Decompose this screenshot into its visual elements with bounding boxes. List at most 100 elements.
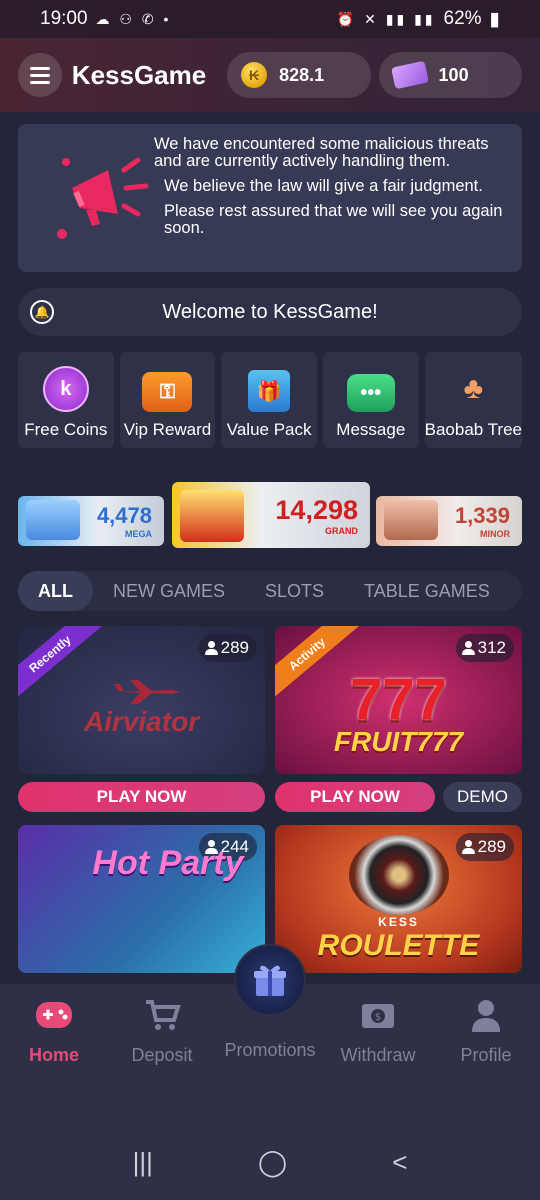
vip-reward-button[interactable]: ⚿ Vip Reward <box>119 352 216 448</box>
battery-level: 62% <box>443 8 482 29</box>
player-count: 312 <box>455 634 514 662</box>
megaphone-icon <box>57 157 149 239</box>
value-pack-button[interactable]: 🎁 Value Pack <box>221 352 317 448</box>
system-icons: ⏰ ✕ ▮▮ ▮▮ <box>336 10 436 27</box>
notice-line-1: We have encountered some malicious threa… <box>154 135 489 170</box>
notice-line-3: Please rest assured that we will see you… <box>164 202 503 237</box>
ribbon-recently: Recently <box>18 626 104 702</box>
notification-icons: ☁ ⚇ ✆ • <box>95 10 172 27</box>
game-category-tabs: ALL NEW GAMES SLOTS TABLE GAMES <box>18 571 522 611</box>
coin-balance[interactable]: ₭ 828.1 <box>227 52 371 98</box>
tab-table-games[interactable]: TABLE GAMES <box>344 571 510 611</box>
gold-chest-icon <box>180 490 244 542</box>
free-coins-button[interactable]: k Free Coins <box>18 352 114 448</box>
welcome-marquee: 🔔 Welcome to KessGame! <box>18 288 522 336</box>
airplane-icon <box>114 680 180 704</box>
notice-banner: We have encountered some malicious threa… <box>18 124 522 272</box>
nav-deposit[interactable]: Deposit <box>108 998 216 1066</box>
jackpot-minor-value: 1,339 <box>454 503 510 528</box>
wallet-icon: $ <box>362 1004 394 1028</box>
user-icon <box>204 641 218 655</box>
play-now-button[interactable]: PLAY NOW <box>275 782 435 812</box>
jackpot-mega-value: 4,478 <box>96 503 152 528</box>
ticket-icon <box>390 60 429 90</box>
player-count: 289 <box>455 833 514 861</box>
value-pack-label: Value Pack <box>226 420 312 439</box>
user-icon <box>461 641 475 655</box>
jackpot-minor[interactable]: 1,339 MINOR <box>376 496 522 546</box>
jackpot-grand-value: 14,298 <box>275 494 358 525</box>
jackpot-mega[interactable]: 4,478 MEGA <box>18 496 164 546</box>
jackpot-minor-label: MINOR <box>480 529 510 539</box>
ticket-amount: 100 <box>438 64 469 85</box>
free-coins-label: Free Coins <box>24 420 108 439</box>
baobab-tree-icon: ♣ <box>463 372 484 405</box>
nav-promotions-label: Promotions <box>224 1040 316 1060</box>
nav-home-label: Home <box>28 1045 79 1065</box>
game-subtitle: KESS <box>378 915 419 929</box>
menu-button[interactable] <box>18 53 62 97</box>
tab-new-games[interactable]: NEW GAMES <box>93 571 245 611</box>
game-card-fruit777[interactable]: Activity 312 777 FRUIT777 <box>275 626 522 774</box>
nav-profile-label: Profile <box>460 1045 512 1065</box>
app-title: KessGame <box>71 59 207 90</box>
game-card-roulette[interactable]: 289 KESS ROULETTE <box>275 825 522 973</box>
system-navigation-bar: ||| ◯ < <box>0 1124 540 1200</box>
cart-icon <box>146 1000 181 1030</box>
app-header: KessGame ₭ 828.1 100 <box>0 38 540 112</box>
gamepad-icon <box>36 1002 72 1028</box>
tab-slots[interactable]: SLOTS <box>245 571 344 611</box>
nav-deposit-label: Deposit <box>131 1045 193 1065</box>
status-bar: 19:00 ☁ ⚇ ✆ • ⏰ ✕ ▮▮ ▮▮ 62% ▮ <box>0 0 540 38</box>
nav-profile[interactable]: Profile <box>432 998 540 1066</box>
coin-amount: 828.1 <box>279 64 325 85</box>
notice-line-2: We believe the law will give a fair judg… <box>164 177 483 195</box>
jackpot-mega-label: MEGA <box>125 529 152 539</box>
message-button[interactable]: ••• Message <box>322 352 419 448</box>
silver-chest-icon <box>26 500 80 540</box>
message-icon: ••• <box>346 374 395 412</box>
status-time: 19:00 <box>40 8 88 29</box>
battery-icon: ▮ <box>489 8 500 30</box>
profile-icon <box>472 1000 500 1032</box>
demo-button[interactable]: DEMO <box>443 782 522 812</box>
nav-withdraw[interactable]: $ Withdraw <box>324 998 432 1066</box>
recent-apps-icon[interactable]: ||| <box>133 1147 153 1178</box>
baobab-tree-button[interactable]: ♣ Baobab Tree <box>424 352 522 448</box>
vip-reward-label: Vip Reward <box>123 420 212 439</box>
baobab-tree-label: Baobab Tree <box>424 420 522 439</box>
menu-icon <box>29 66 50 70</box>
jackpot-grand-label: GRAND <box>325 525 358 536</box>
tab-all[interactable]: ALL <box>18 571 93 611</box>
game-card-hot-party[interactable]: 244 Hot Party <box>18 825 265 973</box>
back-icon[interactable]: < <box>392 1147 407 1178</box>
gift-box-icon <box>254 965 286 996</box>
svg-text:$: $ <box>375 1012 381 1023</box>
ticket-balance[interactable]: 100 <box>378 52 522 98</box>
feature-shortcuts: k Free Coins ⚿ Vip Reward 🎁 Value Pack •… <box>18 352 522 448</box>
nav-home[interactable]: Home <box>0 998 108 1066</box>
bell-icon: 🔔 <box>30 300 54 324</box>
nav-withdraw-label: Withdraw <box>340 1045 416 1065</box>
player-count: 289 <box>198 634 257 662</box>
user-icon <box>461 840 475 854</box>
home-circle-icon[interactable]: ◯ <box>258 1147 287 1178</box>
sevens-artwork: 777 <box>350 667 447 732</box>
game-card-airviator[interactable]: Recently 289 Airviator <box>18 626 265 774</box>
jackpot-grand[interactable]: 14,298 GRAND <box>172 482 370 548</box>
free-coins-icon: k <box>42 366 89 412</box>
gift-icon: 🎁 <box>248 370 291 412</box>
jackpot-bar: 4,478 MEGA 14,298 GRAND 1,339 MINOR <box>18 482 522 548</box>
game-title: Airviator <box>83 706 200 737</box>
welcome-text: Welcome to KessGame! <box>162 300 378 323</box>
game-title: Hot Party <box>92 844 244 882</box>
play-now-button[interactable]: PLAY NOW <box>18 782 265 812</box>
vip-chest-icon: ⚿ <box>142 372 193 412</box>
message-label: Message <box>336 420 406 439</box>
game-title: ROULETTE <box>317 929 480 962</box>
promotions-button[interactable] <box>234 944 306 1016</box>
roulette-wheel-icon <box>349 835 449 915</box>
bronze-chest-icon <box>384 500 438 540</box>
game-title: FRUIT777 <box>333 726 464 757</box>
coin-icon: ₭ <box>241 62 268 88</box>
